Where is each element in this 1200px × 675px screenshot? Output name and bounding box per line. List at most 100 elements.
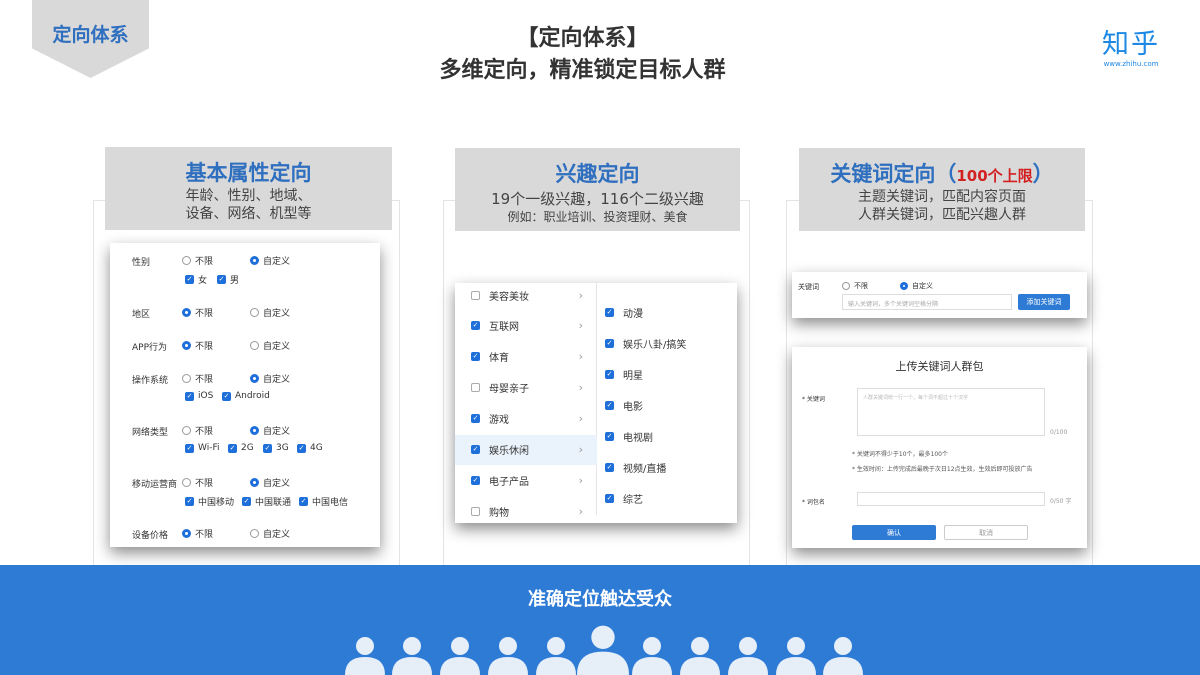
checkbox-checked-icon: ✓ bbox=[185, 275, 194, 284]
app-label: APP行为 bbox=[132, 343, 168, 353]
audience-banner-text: 准确定位触达受众 bbox=[528, 589, 672, 610]
network-3g-checkbox[interactable]: ✓ 3G bbox=[263, 443, 289, 453]
checkbox-label: 中国联通 bbox=[255, 498, 292, 508]
radio-icon bbox=[250, 308, 259, 317]
carrier-label: 移动运营商 bbox=[132, 480, 178, 490]
package-name-label: * 词包名 bbox=[802, 499, 825, 506]
interest-level2-item[interactable]: ✓ 娱乐八卦/搞笑 bbox=[605, 336, 686, 351]
keyword-paren-close: ） bbox=[1032, 162, 1054, 186]
interest-level1-item[interactable]: ✓ 娱乐休闲 › bbox=[455, 434, 597, 465]
checkbox-checked-icon: ✓ bbox=[471, 445, 480, 454]
network-2g-checkbox[interactable]: ✓ 2G bbox=[228, 443, 254, 453]
interest-level1-item[interactable]: ✓ 电子产品 › bbox=[455, 465, 597, 495]
interest-level2-item[interactable]: ✓ 视频/直播 bbox=[605, 460, 666, 475]
person-icon bbox=[776, 637, 816, 675]
keyword-textarea[interactable]: 人群关键词统一行一个，每个词不超过十个汉字 bbox=[857, 388, 1045, 436]
interest-level1-item[interactable]: 购物 › bbox=[455, 496, 597, 523]
basic-desc-2: 设备、网络、机型等 bbox=[185, 206, 312, 222]
network-4g-checkbox[interactable]: ✓ 4G bbox=[297, 443, 323, 453]
interest-level1-item[interactable]: ✓ 游戏 › bbox=[455, 404, 597, 434]
keyword-input[interactable]: 输入关键词，多个关键词空格分隔 bbox=[842, 294, 1012, 310]
chevron-right-icon: › bbox=[578, 504, 583, 518]
os-android-checkbox[interactable]: ✓ Android bbox=[222, 391, 270, 401]
interest-label: 电视剧 bbox=[623, 433, 653, 444]
app-custom-option[interactable]: 自定义 bbox=[250, 339, 290, 352]
os-custom-option[interactable]: 自定义 bbox=[250, 372, 290, 385]
carrier-unicom-checkbox[interactable]: ✓ 中国联通 bbox=[242, 495, 291, 508]
checkbox-checked-icon: ✓ bbox=[605, 432, 614, 441]
checkbox-checked-icon: ✓ bbox=[605, 463, 614, 472]
page-title: 【定向体系】 bbox=[516, 26, 649, 51]
person-icon bbox=[823, 637, 863, 675]
checkbox-label: 3G bbox=[276, 443, 289, 453]
keyword-header: 关键词定向（100个上限） 主题关键词，匹配内容页面 人群关键词，匹配兴趣人群 bbox=[799, 148, 1085, 231]
network-unlimited-option[interactable]: 不限 bbox=[182, 424, 213, 437]
price-unlimited-option[interactable]: 不限 bbox=[182, 527, 213, 540]
package-name-input[interactable] bbox=[857, 492, 1045, 506]
checkbox-checked-icon: ✓ bbox=[222, 391, 231, 401]
price-label: 设备价格 bbox=[132, 531, 169, 541]
keyword-custom-option[interactable]: 自定义 bbox=[900, 281, 933, 291]
checkbox-label: Wi-Fi bbox=[198, 443, 220, 453]
option-label: 自定义 bbox=[263, 427, 291, 437]
gender-male-checkbox[interactable]: ✓ 男 bbox=[217, 273, 239, 286]
interest-desc-1: 19个一级兴趣，116个二级兴趣 bbox=[491, 190, 704, 208]
person-icon bbox=[632, 637, 672, 675]
interest-level1-item[interactable]: 母婴亲子 › bbox=[455, 373, 597, 403]
interest-level1-item[interactable]: ✓ 互联网 › bbox=[455, 311, 597, 341]
interest-label: 动漫 bbox=[623, 309, 643, 320]
option-label: 自定义 bbox=[263, 309, 291, 319]
basic-title: 基本属性定向 bbox=[185, 161, 312, 185]
carrier-custom-option[interactable]: 自定义 bbox=[250, 476, 290, 489]
keyword-note-2: * 生效时间：上传完成后最晚于次日12点生效，生效后即可投放广告 bbox=[852, 466, 1033, 473]
option-label: 自定义 bbox=[912, 282, 933, 290]
option-label: 自定义 bbox=[263, 257, 291, 267]
upload-panel: 上传关键词人群包 * 关键词 人群关键词统一行一个，每个词不超过十个汉字 0/1… bbox=[792, 347, 1087, 548]
confirm-button[interactable]: 确认 bbox=[852, 525, 936, 540]
interest-level2-item[interactable]: ✓ 电视剧 bbox=[605, 429, 653, 444]
carrier-unlimited-option[interactable]: 不限 bbox=[182, 476, 213, 489]
keyword-limit-badge: 100个上限 bbox=[956, 167, 1033, 185]
network-wifi-checkbox[interactable]: ✓ Wi-Fi bbox=[185, 443, 219, 453]
interest-level2-item[interactable]: ✓ 明星 bbox=[605, 367, 643, 382]
region-custom-option[interactable]: 自定义 bbox=[250, 306, 290, 319]
gender-custom-option[interactable]: 自定义 bbox=[250, 254, 290, 267]
checkbox-checked-icon: ✓ bbox=[185, 391, 194, 401]
radio-selected-icon bbox=[182, 529, 191, 538]
cancel-button[interactable]: 取消 bbox=[944, 525, 1028, 540]
carrier-telecom-checkbox[interactable]: ✓ 中国电信 bbox=[299, 495, 348, 508]
interest-desc-2: 例如：职业培训、投资理财、美食 bbox=[507, 210, 688, 224]
gender-unlimited-option[interactable]: 不限 bbox=[182, 254, 213, 267]
interest-level1-item[interactable]: ✓ 体育 › bbox=[455, 342, 597, 372]
interest-level2-item[interactable]: ✓ 电影 bbox=[605, 398, 643, 413]
os-ios-checkbox[interactable]: ✓ iOS bbox=[185, 391, 213, 401]
radio-icon bbox=[250, 341, 259, 350]
chevron-right-icon: › bbox=[578, 319, 583, 333]
interest-level2-item[interactable]: ✓ 动漫 bbox=[605, 305, 643, 320]
checkbox-checked-icon: ✓ bbox=[217, 275, 226, 284]
interest-label: 明星 bbox=[623, 371, 643, 382]
region-unlimited-option[interactable]: 不限 bbox=[182, 306, 213, 319]
keyword-unlimited-option[interactable]: 不限 bbox=[842, 281, 868, 291]
checkbox-checked-icon: ✓ bbox=[605, 339, 614, 348]
radio-icon bbox=[182, 478, 191, 487]
interest-label: 互联网 bbox=[489, 322, 519, 334]
network-custom-option[interactable]: 自定义 bbox=[250, 424, 290, 437]
option-label: 自定义 bbox=[263, 375, 291, 385]
os-unlimited-option[interactable]: 不限 bbox=[182, 372, 213, 385]
person-icon bbox=[488, 637, 528, 675]
gender-female-checkbox[interactable]: ✓ 女 bbox=[185, 273, 207, 286]
chevron-right-icon: › bbox=[578, 381, 583, 395]
interest-level1-item[interactable]: 美容美妆 › bbox=[455, 283, 597, 310]
radio-icon bbox=[182, 374, 191, 383]
add-keyword-button[interactable]: 添加关键词 bbox=[1018, 294, 1070, 310]
app-unlimited-option[interactable]: 不限 bbox=[182, 339, 213, 352]
price-custom-option[interactable]: 自定义 bbox=[250, 527, 290, 540]
option-label: 不限 bbox=[195, 257, 214, 267]
keyword-input-panel: 关键词 不限 自定义 输入关键词，多个关键词空格分隔 添加关键词 bbox=[792, 272, 1087, 318]
keyword-desc-1: 主题关键词，匹配内容页面 bbox=[858, 189, 1026, 205]
checkbox-checked-icon: ✓ bbox=[605, 370, 614, 379]
carrier-mobile-checkbox[interactable]: ✓ 中国移动 bbox=[185, 495, 234, 508]
interest-level2-item[interactable]: ✓ 综艺 bbox=[605, 491, 643, 506]
interest-label: 母婴亲子 bbox=[489, 384, 529, 396]
